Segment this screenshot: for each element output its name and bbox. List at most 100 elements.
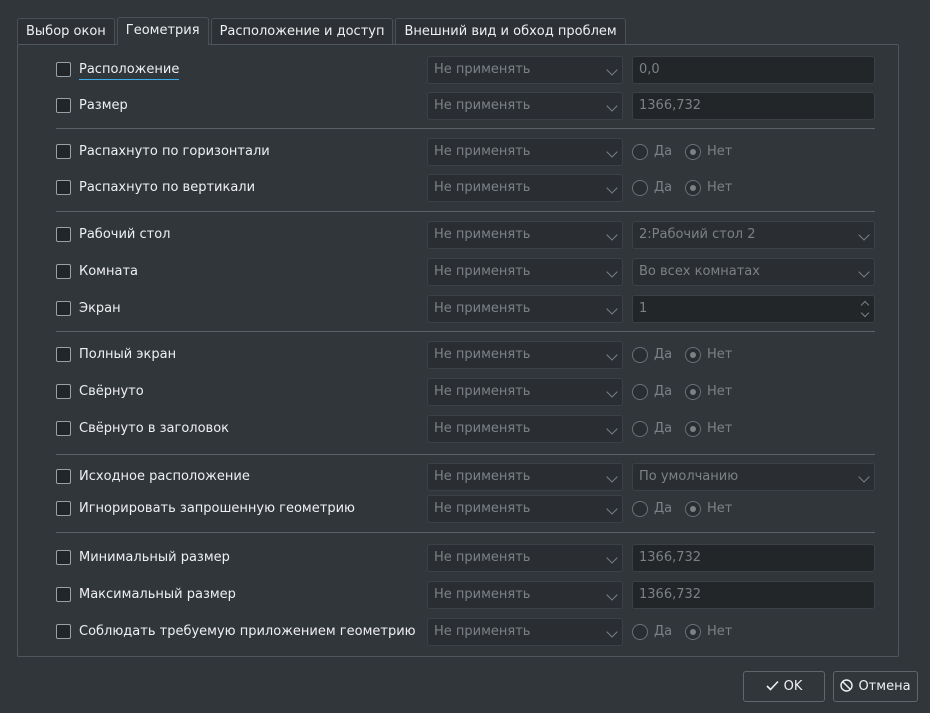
max-vert-policy-combo[interactable]: Не применять (427, 174, 623, 202)
size-policy-combo[interactable]: Не применять (427, 92, 623, 120)
row-min-size: Минимальный размер Не применять 1366,732 (18, 543, 898, 573)
cancel-button[interactable]: Отмена (833, 671, 918, 702)
shaded-yes-radio[interactable] (632, 421, 648, 437)
yes-label: Да (654, 384, 673, 399)
yes-label: Да (654, 501, 673, 516)
max-size-value-field[interactable]: 1366,732 (632, 581, 875, 609)
placement-policy-combo[interactable]: Не применять (427, 463, 623, 491)
no-label: Нет (707, 347, 733, 362)
ignore-geometry-checkbox[interactable] (56, 501, 71, 516)
fullscreen-yes-radio[interactable] (632, 347, 648, 363)
position-policy-combo[interactable]: Не применять (427, 56, 623, 84)
activity-label: Комната (79, 264, 138, 279)
row-activity: Комната Не применять Во всех комнатах (18, 257, 898, 287)
max-horiz-yes-radio[interactable] (632, 144, 648, 160)
max-size-policy-combo[interactable]: Не применять (427, 581, 623, 609)
ignore-geometry-no-radio[interactable] (685, 501, 701, 517)
ok-button[interactable]: OK (743, 671, 825, 702)
row-max-vert: Распахнуто по вертикали Не применять Да … (18, 173, 898, 203)
ignore-geometry-policy-combo[interactable]: Не применять (427, 495, 623, 523)
min-size-label: Минимальный размер (79, 550, 230, 565)
shaded-checkbox[interactable] (56, 421, 71, 436)
max-vert-yes-radio[interactable] (632, 180, 648, 196)
desktop-policy-combo[interactable]: Не применять (427, 221, 623, 249)
min-size-policy-combo[interactable]: Не применять (427, 544, 623, 572)
max-vert-no-radio[interactable] (685, 180, 701, 196)
no-label: Нет (707, 421, 733, 436)
chevron-down-icon (606, 349, 618, 361)
position-value-field[interactable]: 0,0 (632, 56, 875, 84)
tab-bar: Выбор окон Геометрия Расположение и дост… (17, 17, 628, 45)
chevron-down-icon (858, 266, 870, 278)
max-vert-label: Распахнуто по вертикали (79, 180, 256, 195)
shaded-label: Свёрнуто в заголовок (79, 421, 230, 436)
min-size-checkbox[interactable] (56, 550, 71, 565)
chevron-down-icon (606, 266, 618, 278)
separator (56, 211, 875, 212)
max-horiz-no-radio[interactable] (685, 144, 701, 160)
tab-arrangement-access[interactable]: Расположение и доступ (210, 18, 394, 44)
row-fullscreen: Полный экран Не применять Да Нет (18, 340, 898, 370)
fullscreen-checkbox[interactable] (56, 347, 71, 362)
max-horiz-policy-combo[interactable]: Не применять (427, 138, 623, 166)
chevron-down-icon (606, 100, 618, 112)
checkmark-icon (766, 680, 779, 691)
tab-geometry[interactable]: Геометрия (116, 17, 209, 45)
chevron-down-icon (606, 626, 618, 638)
row-desktop: Рабочий стол Не применять 2:Рабочий стол… (18, 220, 898, 250)
desktop-value-combo[interactable]: 2:Рабочий стол 2 (632, 221, 875, 249)
activity-value-combo[interactable]: Во всех комнатах (632, 258, 875, 286)
screen-spinbox[interactable]: 1 (632, 295, 875, 323)
min-size-value-field[interactable]: 1366,732 (632, 544, 875, 572)
size-checkbox[interactable] (56, 98, 71, 113)
screen-checkbox[interactable] (56, 301, 71, 316)
row-screen: Экран Не применять 1 (18, 294, 898, 324)
obey-geometry-yes-radio[interactable] (632, 624, 648, 640)
tab-appearance-fixes[interactable]: Внешний вид и обход проблем (395, 18, 626, 44)
chevron-down-icon (606, 146, 618, 158)
row-size: Размер Не применять 1366,732 (18, 91, 898, 121)
position-checkbox[interactable] (56, 62, 71, 77)
no-label: Нет (707, 180, 733, 195)
yes-label: Да (654, 180, 673, 195)
ignore-geometry-yes-radio[interactable] (632, 501, 648, 517)
placement-checkbox[interactable] (56, 469, 71, 484)
chevron-down-icon (606, 303, 618, 315)
cancel-icon (840, 679, 854, 692)
minimized-policy-combo[interactable]: Не применять (427, 378, 623, 406)
max-horiz-checkbox[interactable] (56, 144, 71, 159)
fullscreen-no-radio[interactable] (685, 347, 701, 363)
minimized-no-radio[interactable] (685, 384, 701, 400)
minimized-yes-radio[interactable] (632, 384, 648, 400)
chevron-down-icon (606, 229, 618, 241)
no-label: Нет (707, 501, 733, 516)
minimized-checkbox[interactable] (56, 384, 71, 399)
geometry-panel: Расположение Не применять 0,0 Размер Не … (17, 44, 899, 657)
tab-window-matching[interactable]: Выбор окон (17, 18, 115, 44)
fullscreen-label: Полный экран (79, 347, 177, 362)
obey-geometry-policy-combo[interactable]: Не применять (427, 618, 623, 646)
obey-geometry-no-radio[interactable] (685, 624, 701, 640)
max-size-checkbox[interactable] (56, 587, 71, 602)
no-label: Нет (707, 624, 733, 639)
activity-policy-combo[interactable]: Не применять (427, 258, 623, 286)
screen-label: Экран (79, 301, 121, 316)
chevron-down-icon (606, 503, 618, 515)
row-shaded: Свёрнуто в заголовок Не применять Да Нет (18, 414, 898, 444)
max-vert-checkbox[interactable] (56, 180, 71, 195)
placement-value-combo[interactable]: По умолчанию (632, 463, 875, 491)
placement-label: Исходное расположение (79, 469, 250, 484)
shaded-policy-combo[interactable]: Не применять (427, 415, 623, 443)
spin-arrows-icon[interactable] (860, 299, 870, 319)
size-value-field[interactable]: 1366,732 (632, 92, 875, 120)
chevron-down-icon (606, 552, 618, 564)
fullscreen-policy-combo[interactable]: Не применять (427, 341, 623, 369)
desktop-checkbox[interactable] (56, 227, 71, 242)
yes-label: Да (654, 421, 673, 436)
obey-geometry-checkbox[interactable] (56, 624, 71, 639)
shaded-no-radio[interactable] (685, 421, 701, 437)
row-position: Расположение Не применять 0,0 (18, 55, 898, 85)
chevron-down-icon (606, 471, 618, 483)
activity-checkbox[interactable] (56, 264, 71, 279)
screen-policy-combo[interactable]: Не применять (427, 295, 623, 323)
